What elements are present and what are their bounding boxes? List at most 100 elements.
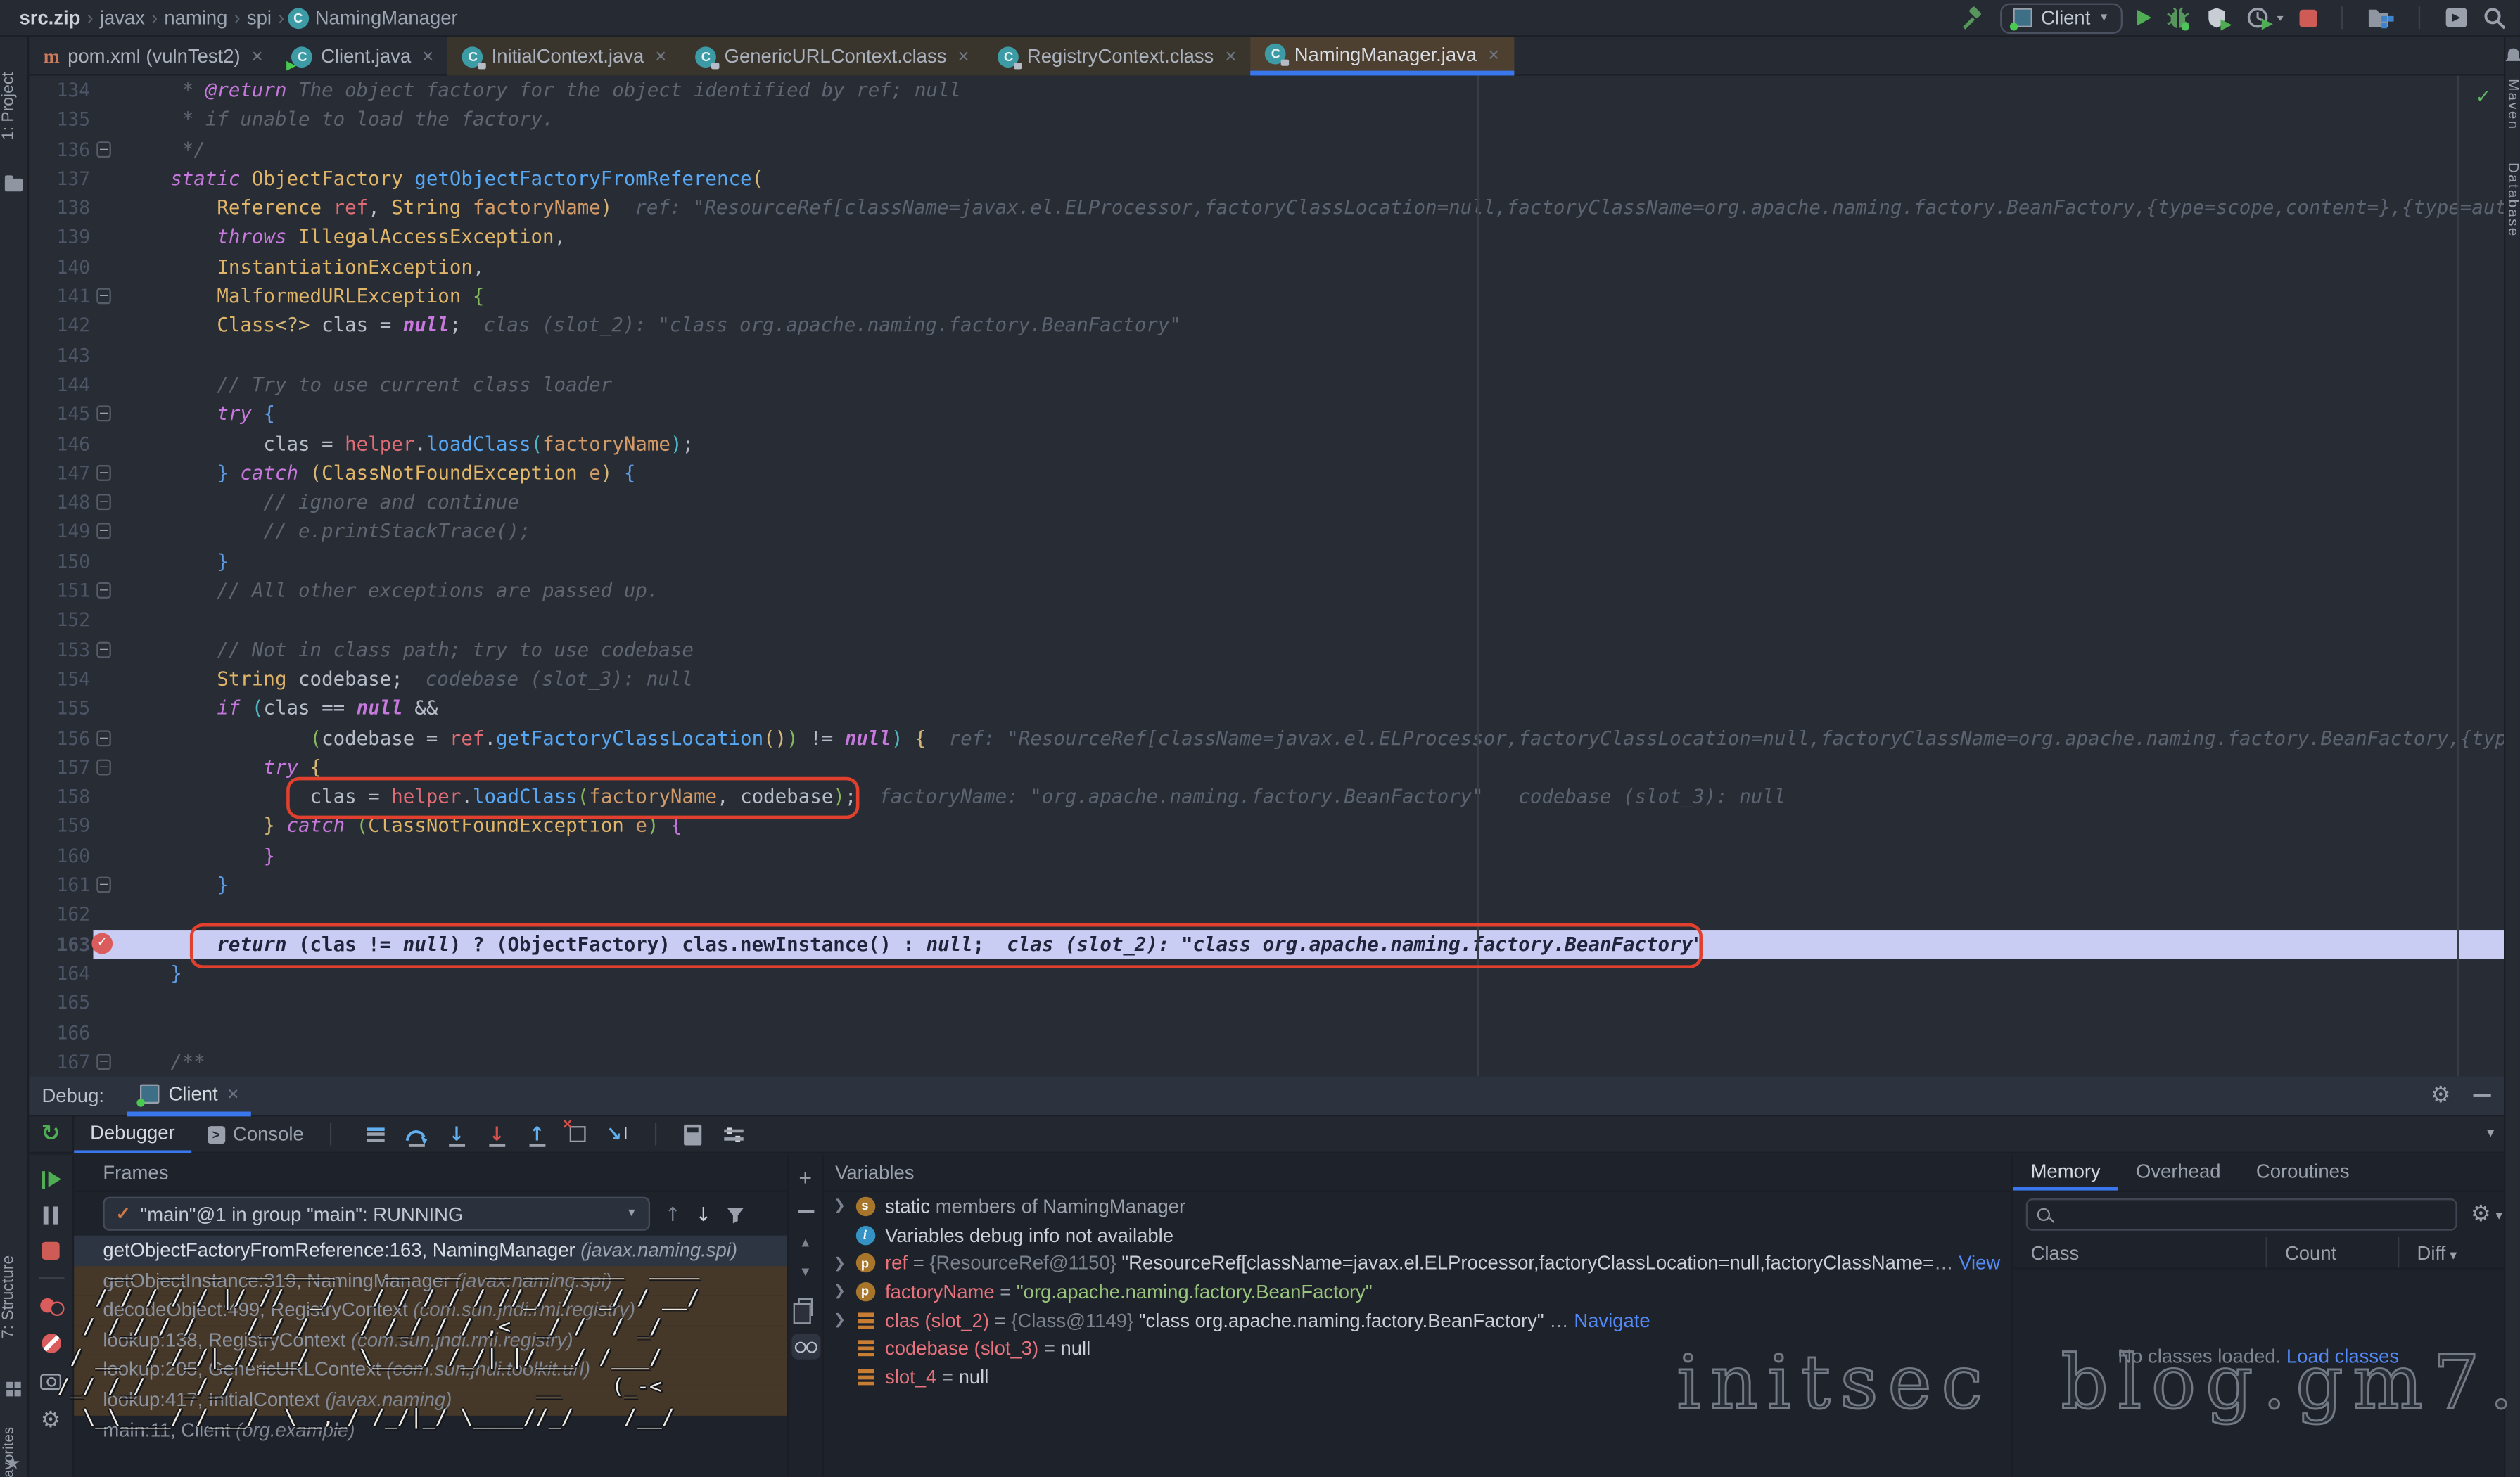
remove-watch-icon[interactable] — [797, 1210, 813, 1213]
run-configuration-selector[interactable]: Client▼ — [2001, 2, 2123, 32]
stack-frame-row[interactable]: getObjectFactoryFromReference:163, Namin… — [74, 1236, 787, 1266]
sidebar-item-database[interactable]: Database — [2505, 162, 2520, 237]
editor-tab[interactable]: CNamingManager.java× — [1251, 37, 1514, 76]
stack-frame-row[interactable]: lookup:138, RegistryContext (com.sun.jnd… — [74, 1325, 787, 1355]
stack-frame-row[interactable]: getObjectInstance:319, NamingManager (ja… — [74, 1265, 787, 1296]
glasses-icon[interactable] — [791, 1334, 820, 1360]
variable-row[interactable]: codebase (slot_3) = null — [824, 1334, 2011, 1362]
memory-settings-gear-icon[interactable]: ⚙ — [2471, 1202, 2491, 1228]
project-structure-icon[interactable] — [2367, 6, 2395, 30]
line-number[interactable]: 163 — [29, 929, 90, 959]
move-up-icon[interactable]: ▲ — [799, 1236, 812, 1251]
sidebar-item-project[interactable]: 1: Project — [0, 50, 29, 162]
editor-tab[interactable]: CClient.java× — [277, 37, 448, 76]
line-number[interactable]: 134 — [29, 76, 90, 106]
line-number[interactable]: 138 — [29, 193, 90, 223]
fold-marker-icon[interactable]: – — [96, 759, 111, 775]
resume-icon[interactable] — [41, 1171, 60, 1189]
line-number[interactable]: 159 — [29, 812, 90, 841]
thread-selector[interactable]: ✓ "main"@1 in group "main": RUNNING ▼ — [103, 1197, 650, 1231]
line-number[interactable]: 137 — [29, 164, 90, 193]
variable-row[interactable]: ❯sstatic members of NamingManager — [824, 1192, 2011, 1220]
memory-search-input[interactable] — [2026, 1198, 2458, 1231]
fold-marker-icon[interactable]: – — [96, 523, 111, 539]
run-anything-terminal-icon[interactable] — [2444, 6, 2468, 29]
variable-row[interactable]: slot_4 = null — [824, 1363, 2011, 1391]
line-number[interactable]: 135 — [29, 105, 90, 134]
breakpoint-icon[interactable]: ✓ — [91, 933, 113, 954]
profiler-clock-icon[interactable] — [2246, 6, 2285, 30]
close-icon[interactable]: × — [227, 1082, 238, 1104]
debug-settings-gear-icon[interactable]: ⚙ — [2431, 1082, 2451, 1108]
memory-tab-memory[interactable]: Memory — [2013, 1155, 2118, 1190]
close-icon[interactable]: × — [1488, 43, 1499, 65]
line-number[interactable]: 164 — [29, 959, 90, 988]
line-number[interactable]: 162 — [29, 900, 90, 929]
close-icon[interactable]: × — [252, 45, 263, 68]
breadcrumb-item[interactable]: javax — [96, 6, 148, 29]
stop-icon[interactable] — [42, 1242, 59, 1260]
expand-chevron-icon[interactable]: ❯ — [834, 1311, 855, 1329]
line-number[interactable]: 146 — [29, 429, 90, 459]
fold-marker-icon[interactable]: – — [96, 288, 111, 305]
run-icon[interactable] — [2137, 10, 2152, 26]
debug-session-tab[interactable]: Client × — [127, 1075, 252, 1115]
next-frame-icon[interactable]: ↓ — [695, 1203, 711, 1225]
customize-data-views-icon[interactable] — [720, 1121, 746, 1147]
tab-debugger[interactable]: Debugger — [74, 1115, 191, 1153]
search-icon[interactable] — [2483, 6, 2507, 30]
variable-row[interactable]: ❯pref = {ResourceRef@1150} "ResourceRef[… — [824, 1249, 2011, 1277]
project-folder-icon[interactable] — [5, 179, 23, 191]
breadcrumb-item[interactable]: naming — [161, 6, 231, 29]
line-number[interactable]: 167 — [29, 1047, 90, 1077]
editor-tab[interactable]: mpom.xml (vulnTest2)× — [29, 37, 277, 76]
fold-marker-icon[interactable]: – — [96, 465, 111, 481]
stack-frame-row[interactable]: decodeObject:499, RegistryContext (com.s… — [74, 1296, 787, 1326]
editor-tab[interactable]: CGenericURLContext.class× — [681, 37, 984, 76]
line-number[interactable]: 153 — [29, 635, 90, 665]
fold-marker-icon[interactable]: – — [96, 406, 111, 422]
inspections-ok-icon[interactable]: ✓ — [2477, 84, 2490, 113]
fold-marker-icon[interactable]: – — [96, 494, 111, 511]
stop-icon[interactable] — [2300, 9, 2317, 27]
stack-frame-row[interactable]: lookup:417, InitialContext (javax.naming… — [74, 1385, 787, 1415]
stack-frame-row[interactable]: lookup:205, GenericURLContext (com.sun.j… — [74, 1355, 787, 1386]
fold-marker-icon[interactable]: – — [96, 641, 111, 658]
breadcrumb-class[interactable]: NamingManager — [312, 6, 461, 29]
column-header-diff[interactable]: Diff ▾ — [2398, 1237, 2504, 1267]
line-number[interactable]: 156 — [29, 723, 90, 753]
line-number[interactable]: 165 — [29, 988, 90, 1018]
pause-icon[interactable] — [43, 1206, 59, 1224]
line-number[interactable]: 145 — [29, 399, 90, 429]
fold-marker-icon[interactable]: – — [96, 582, 111, 599]
notifications-bell-icon[interactable] — [2505, 46, 2520, 64]
rerun-icon[interactable]: ↻ — [42, 1121, 61, 1147]
close-icon[interactable]: × — [422, 45, 433, 68]
line-number[interactable]: 161 — [29, 870, 90, 900]
stack-frame-row[interactable]: main:11, Client (org.example) — [74, 1415, 787, 1445]
tool-windows-icon[interactable] — [6, 1382, 21, 1397]
line-number[interactable]: 142 — [29, 311, 90, 340]
fold-marker-icon[interactable]: – — [96, 729, 111, 746]
line-number[interactable]: 148 — [29, 487, 90, 517]
editor-tab[interactable]: CRegistryContext.class× — [984, 37, 1251, 76]
evaluate-expression-icon[interactable] — [680, 1121, 706, 1147]
mute-breakpoints-icon[interactable] — [41, 1334, 60, 1353]
line-number[interactable]: 143 — [29, 340, 90, 370]
line-number[interactable]: 151 — [29, 576, 90, 606]
run-to-cursor-icon[interactable]: ↓I — [604, 1121, 630, 1147]
inline-link[interactable]: Navigate — [1574, 1309, 1650, 1331]
gear-icon[interactable]: ⚙ — [41, 1407, 61, 1433]
close-icon[interactable]: × — [655, 45, 666, 68]
line-number[interactable]: 158 — [29, 782, 90, 812]
pop-frame-icon[interactable] — [564, 1121, 590, 1147]
sidebar-item-structure[interactable]: 7: Structure — [0, 1231, 29, 1363]
add-watch-icon[interactable]: + — [798, 1168, 812, 1187]
variable-row[interactable]: iVariables debug info not available — [824, 1220, 2011, 1248]
move-down-icon[interactable]: ▼ — [799, 1265, 812, 1279]
show-execution-point-icon[interactable] — [363, 1121, 389, 1147]
memory-tab-coroutines[interactable]: Coroutines — [2239, 1155, 2367, 1190]
coverage-shield-icon[interactable] — [2206, 6, 2232, 30]
column-header-count[interactable]: Count — [2266, 1237, 2398, 1267]
view-breakpoints-icon[interactable] — [39, 1297, 62, 1316]
